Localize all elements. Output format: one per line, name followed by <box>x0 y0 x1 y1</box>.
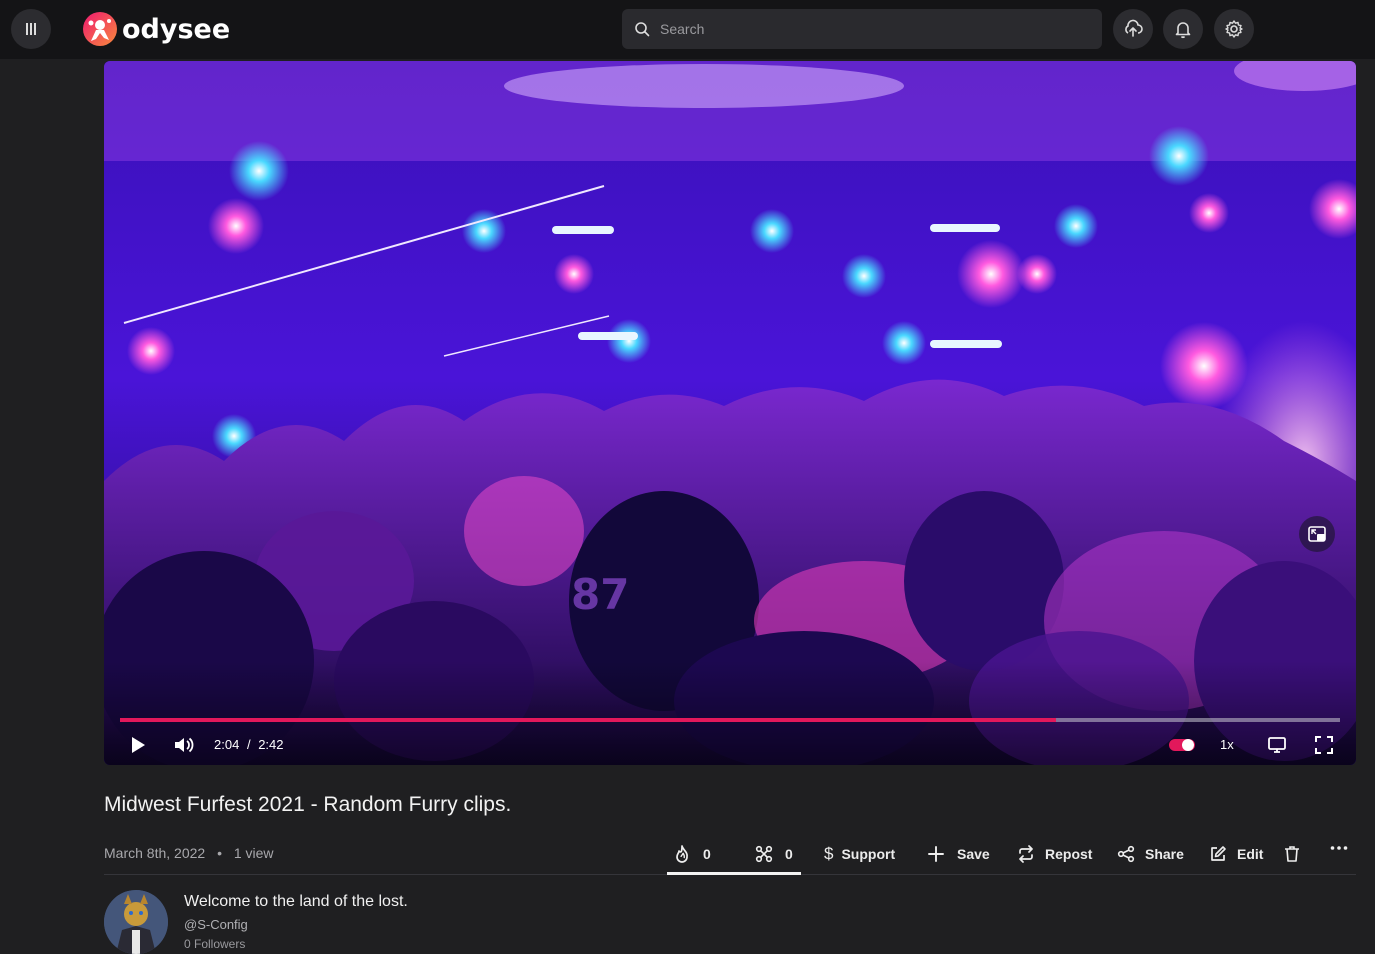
reactions-underline <box>667 872 801 875</box>
progress-fill <box>120 718 1056 722</box>
slime-count: 0 <box>785 846 793 862</box>
support-button[interactable]: $ Support <box>824 835 895 873</box>
slime-icon <box>755 845 773 863</box>
search-input[interactable] <box>658 20 1082 38</box>
search-icon <box>635 22 650 37</box>
plus-icon <box>928 846 944 862</box>
upload-button[interactable] <box>1113 9 1153 49</box>
menu-button[interactable] <box>11 9 51 49</box>
avatar-image <box>104 890 168 954</box>
edit-icon <box>1211 846 1226 861</box>
volume-button[interactable] <box>172 735 196 755</box>
time-separator: / <box>246 737 251 752</box>
video-player[interactable]: 87 2:04 / 2:42 1x <box>104 61 1356 765</box>
more-horizontal-icon <box>1330 846 1348 850</box>
edit-label: Edit <box>1237 846 1264 862</box>
share-icon <box>1117 845 1135 863</box>
share-button[interactable]: Share <box>1117 835 1184 873</box>
volume-icon <box>175 737 194 753</box>
playback-speed-button[interactable]: 1x <box>1220 737 1234 752</box>
gear-icon <box>1225 20 1243 38</box>
play-button[interactable] <box>128 735 148 755</box>
repost-icon <box>1019 845 1033 863</box>
view-count: 1 view <box>233 845 274 861</box>
picture-in-picture-icon <box>1308 526 1326 542</box>
upload-icon <box>1125 19 1143 37</box>
fullscreen-icon <box>1315 736 1333 754</box>
monitor-icon <box>1268 737 1286 753</box>
fire-reaction-button[interactable]: 0 <box>673 835 711 873</box>
save-label: Save <box>957 846 990 862</box>
menu-icon <box>26 23 36 35</box>
meta-separator: • <box>217 845 222 861</box>
channel-avatar[interactable] <box>104 890 168 954</box>
video-title: Midwest Furfest 2021 - Random Furry clip… <box>104 793 512 816</box>
search-bar[interactable] <box>622 9 1102 49</box>
share-label: Share <box>1145 846 1184 862</box>
duration: 2:42 <box>258 737 284 752</box>
theater-mode-button[interactable] <box>1266 735 1288 755</box>
delete-button[interactable] <box>1284 835 1300 873</box>
repost-button[interactable]: Repost <box>1017 835 1092 873</box>
fullscreen-button[interactable] <box>1314 735 1334 755</box>
current-time: 2:04 <box>214 737 240 752</box>
support-label: Support <box>841 846 896 862</box>
toggle-icon <box>1169 739 1195 751</box>
autoplay-toggle[interactable] <box>1168 737 1196 753</box>
settings-button[interactable] <box>1214 9 1254 49</box>
follower-count: 0 Followers <box>184 937 246 951</box>
progress-bar[interactable] <box>120 718 1340 722</box>
picture-in-picture-button[interactable] <box>1299 516 1335 552</box>
dollar-icon: $ <box>824 844 834 863</box>
edit-button[interactable]: Edit <box>1209 835 1263 873</box>
trash-icon <box>1285 846 1299 862</box>
fire-count: 0 <box>703 846 711 862</box>
channel-handle[interactable]: @S-Config <box>184 917 248 932</box>
channel-title[interactable]: Welcome to the land of the lost. <box>184 893 408 911</box>
notifications-button[interactable] <box>1163 9 1203 49</box>
svg-text:87: 87 <box>571 570 629 619</box>
odysee-logo[interactable]: odysee <box>82 11 230 47</box>
odysee-logo-icon <box>83 12 117 46</box>
logo-text: odysee <box>122 13 231 45</box>
repost-label: Repost <box>1045 846 1093 862</box>
more-options-button[interactable] <box>1330 829 1348 867</box>
play-icon <box>132 737 145 753</box>
video-meta: March 8th, 2022 • 1 view <box>104 845 274 861</box>
slime-reaction-button[interactable]: 0 <box>755 835 793 873</box>
video-frame: 87 <box>104 61 1356 765</box>
time-display: 2:04 / 2:42 <box>214 737 284 752</box>
fire-icon <box>676 845 688 863</box>
save-button[interactable]: Save <box>927 835 990 873</box>
publish-date: March 8th, 2022 <box>104 845 206 861</box>
top-header: odysee <box>0 0 1375 59</box>
bell-icon <box>1175 22 1191 39</box>
